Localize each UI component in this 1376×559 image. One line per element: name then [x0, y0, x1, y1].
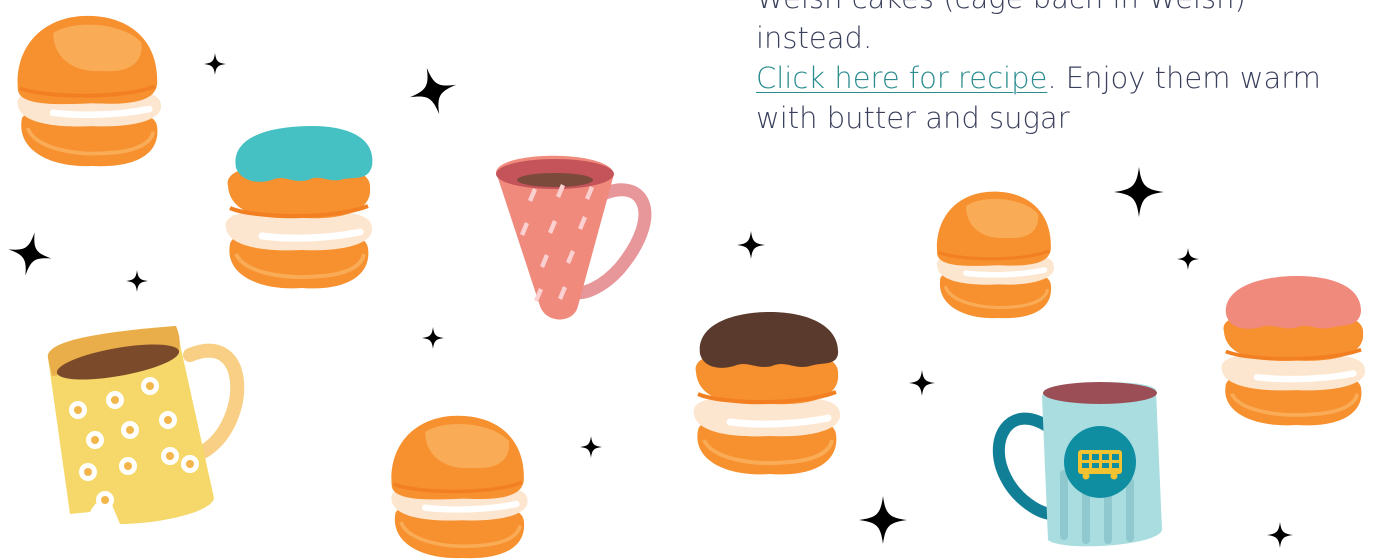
sparkle: [1114, 167, 1164, 217]
pink-dotted-mug: [496, 155, 652, 320]
sparkle: [1267, 522, 1293, 548]
sparkle: [126, 270, 148, 292]
sparkle: [737, 231, 765, 259]
sparkle: [909, 370, 935, 396]
illustration-scene: [3, 0, 1376, 559]
pink-iced-bun: [1222, 276, 1366, 425]
sparkle: [422, 327, 444, 349]
sparkle: [859, 496, 907, 544]
sparkle: [403, 61, 463, 121]
plain-bun: [18, 16, 162, 166]
yellow-daisy-mug: [47, 326, 245, 524]
sparkle: [580, 436, 602, 458]
plain-bun: [937, 192, 1054, 319]
sparkle: [3, 227, 57, 281]
sparkle: [1177, 248, 1199, 270]
chocolate-iced-bun: [694, 312, 840, 474]
sparkle: [204, 53, 226, 75]
blue-bus-mug: [992, 382, 1162, 547]
plain-bun: [391, 416, 527, 558]
teal-iced-bun: [226, 126, 373, 288]
